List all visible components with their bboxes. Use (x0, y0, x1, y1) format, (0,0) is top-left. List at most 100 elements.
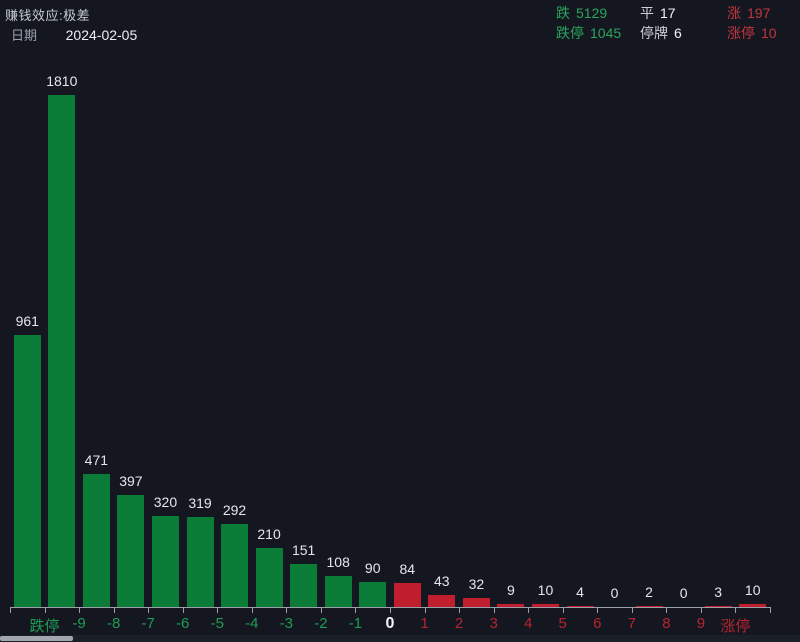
date-row: 日期 2024-02-05 (11, 25, 137, 44)
axis-tick (10, 607, 11, 613)
bar-value-label: 108 (326, 554, 349, 570)
axis-tick (770, 607, 771, 613)
axis-tick (735, 607, 736, 613)
market-breadth-panel: 赚钱效应:极差 日期 2024-02-05 跌5129跌停1045平17停牌6涨… (0, 0, 800, 642)
bar (394, 583, 421, 607)
axis-tick (252, 607, 253, 613)
axis-tick (390, 607, 391, 613)
bar-value-label: 2 (645, 584, 653, 600)
bar-value-label: 320 (154, 494, 177, 510)
bar (325, 576, 352, 607)
bar-value-label: 9 (507, 582, 515, 598)
bar (152, 516, 179, 607)
stat-跌停: 跌停1045 (556, 23, 621, 43)
axis-tick (148, 607, 149, 613)
axis-tick (183, 607, 184, 613)
stats-column: 平 17 停牌 6 (640, 3, 682, 43)
x-axis-label--3: -3 (280, 615, 293, 632)
x-axis-label-2: 2 (455, 615, 463, 632)
bar (359, 582, 386, 607)
stat-value: 17 (660, 5, 676, 21)
bar (48, 95, 75, 607)
axis-tick (425, 607, 426, 613)
x-axis-label-8: 8 (662, 615, 670, 632)
axis-tick (632, 607, 633, 613)
x-axis-label--9: -9 (72, 615, 85, 632)
x-axis-label-9: 9 (697, 615, 705, 632)
x-axis-label-涨停: 涨停 (720, 615, 750, 636)
distribution-chart: 9611810471397320319292210151108908443329… (10, 95, 770, 607)
stat-跌: 跌5129 (556, 3, 621, 23)
bar-value-label: 292 (223, 502, 246, 518)
axis-tick (286, 607, 287, 613)
axis-tick (459, 607, 460, 613)
stat-label: 平 (640, 5, 654, 21)
stat-label: 涨 (727, 5, 741, 21)
axis-tick (79, 607, 80, 613)
bar-value-label: 0 (680, 585, 688, 601)
x-axis-label-6: 6 (593, 615, 601, 632)
axis-tick (701, 607, 702, 613)
stat-value: 6 (674, 25, 682, 41)
stat-label: 停牌 (640, 25, 668, 41)
bar-value-label: 210 (257, 526, 280, 542)
bar (463, 598, 490, 607)
x-axis-label--7: -7 (142, 615, 155, 632)
bar-value-label: 3 (714, 584, 722, 600)
axis-tick (355, 607, 356, 613)
axis-tick (494, 607, 495, 613)
bar-value-label: 4 (576, 584, 584, 600)
axis-tick (321, 607, 322, 613)
bar (83, 474, 110, 607)
bar-value-label: 90 (365, 560, 381, 576)
bar (290, 564, 317, 607)
stats-column: 涨 197 涨停10 (727, 3, 777, 43)
stat-value: 1045 (590, 25, 621, 41)
x-axis-label--1: -1 (349, 615, 362, 632)
bar-value-label: 961 (16, 313, 39, 329)
axis-tick (563, 607, 564, 613)
stat-平: 平 17 (640, 3, 682, 23)
axis-tick (45, 607, 46, 613)
bar-value-label: 0 (611, 585, 619, 601)
bar-value-label: 471 (85, 452, 108, 468)
bar (117, 495, 144, 607)
axis-tick (114, 607, 115, 613)
x-axis-label--5: -5 (211, 615, 224, 632)
bar-value-label: 10 (745, 582, 761, 598)
x-axis-label-5: 5 (559, 615, 567, 632)
stats-column: 跌5129跌停1045 (556, 3, 621, 43)
stat-涨停: 涨停10 (727, 23, 777, 43)
bar-value-label: 43 (434, 573, 450, 589)
axis-tick (528, 607, 529, 613)
date-label: 日期 (11, 28, 37, 43)
stat-value: 197 (747, 5, 770, 21)
x-axis-label--6: -6 (176, 615, 189, 632)
x-axis-label-1: 1 (420, 615, 428, 632)
bar (14, 335, 41, 607)
axis-tick (666, 607, 667, 613)
axis-tick (597, 607, 598, 613)
x-axis-label-4: 4 (524, 615, 532, 632)
horizontal-scrollbar-track[interactable] (0, 635, 800, 642)
stat-label: 涨停 (727, 25, 755, 41)
x-axis-label-7: 7 (628, 615, 636, 632)
horizontal-scrollbar-thumb[interactable] (0, 636, 73, 641)
axis-tick (217, 607, 218, 613)
bar (221, 524, 248, 607)
bar (428, 595, 455, 607)
x-axis-label--2: -2 (314, 615, 327, 632)
x-axis-label-跌停: 跌停 (30, 615, 60, 636)
x-axis-label-3: 3 (489, 615, 497, 632)
bar-value-label: 84 (399, 561, 415, 577)
stat-涨: 涨 197 (727, 3, 777, 23)
stat-停牌: 停牌 6 (640, 23, 682, 43)
bar-value-label: 319 (188, 495, 211, 511)
bar-value-label: 397 (119, 473, 142, 489)
bar-value-label: 10 (538, 582, 554, 598)
stat-label: 跌 (556, 5, 570, 21)
bar-value-label: 32 (469, 576, 485, 592)
x-axis-label--4: -4 (245, 615, 258, 632)
bar (187, 517, 214, 607)
date-value: 2024-02-05 (66, 27, 138, 43)
